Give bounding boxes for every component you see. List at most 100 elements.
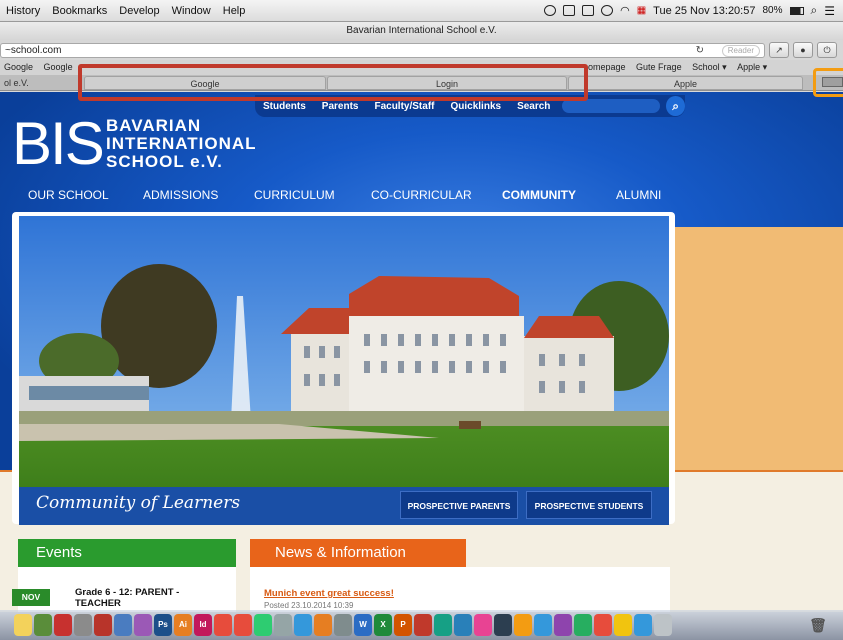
logo-line-1: BAVARIAN <box>106 116 202 135</box>
logo-mark[interactable]: BIS <box>12 114 105 174</box>
menu-help[interactable]: Help <box>217 5 252 17</box>
pen-icon[interactable] <box>294 614 312 636</box>
window-title: Bavarian International School e.V. <box>0 22 843 40</box>
powerpoint-icon[interactable]: P <box>394 614 412 636</box>
tools-icon[interactable] <box>274 614 292 636</box>
app-icon[interactable] <box>434 614 452 636</box>
extension-button[interactable]: ● <box>793 42 813 58</box>
nav-co-curricular[interactable]: CO-CURRICULAR <box>371 188 472 202</box>
app-icon[interactable] <box>534 614 552 636</box>
app-icon[interactable] <box>454 614 472 636</box>
event-title-line-1: Grade 6 - 12: PARENT - <box>75 587 180 598</box>
search-input[interactable] <box>562 99 661 113</box>
app-icon[interactable] <box>554 614 572 636</box>
app-icon[interactable] <box>634 614 652 636</box>
spotlight-icon[interactable]: ⌕ <box>811 3 818 18</box>
app-icon[interactable] <box>594 614 612 636</box>
search-label: Search <box>517 100 551 112</box>
nav-faculty-staff[interactable]: Faculty/Staff <box>366 101 442 112</box>
search-icon[interactable]: ⌕ <box>666 96 685 116</box>
illustrator-icon[interactable]: Ai <box>174 614 192 636</box>
reader-button[interactable]: Reader <box>721 44 760 57</box>
nav-curriculum[interactable]: CURRICULUM <box>254 188 335 202</box>
news-heading[interactable]: News & Information <box>250 539 466 567</box>
news-item-link[interactable]: Munich event great success! <box>264 588 394 599</box>
tab-current[interactable]: ol e.V. <box>4 75 29 91</box>
menu-window[interactable]: Window <box>166 5 217 17</box>
nav-students[interactable]: Students <box>255 101 314 112</box>
clipboard-icon[interactable] <box>563 5 576 16</box>
preview-icon[interactable] <box>114 614 132 636</box>
drive-app-icon[interactable] <box>614 614 632 636</box>
time-machine-icon[interactable] <box>601 5 614 16</box>
nav-community[interactable]: COMMUNITY <box>502 188 576 202</box>
dictionary-icon[interactable] <box>54 614 72 636</box>
app-icon[interactable] <box>494 614 512 636</box>
tab-overview-icon[interactable] <box>822 77 843 87</box>
bookmark-google-1[interactable]: Google <box>0 60 37 75</box>
bookmark-gute-frage[interactable]: Gute Frage <box>632 60 686 75</box>
events-heading[interactable]: Events <box>18 539 236 567</box>
photoshop-icon[interactable]: Ps <box>154 614 172 636</box>
share-button[interactable]: ↗ <box>769 42 789 58</box>
nav-alumni[interactable]: ALUMNI <box>616 188 661 202</box>
nav-admissions[interactable]: ADMISSIONS <box>143 188 218 202</box>
drive-icon[interactable] <box>544 5 557 16</box>
reload-icon[interactable]: ↻ <box>696 44 704 57</box>
tab-bar: ol e.V. Google Login Apple <box>0 75 843 91</box>
stickies-icon[interactable] <box>14 614 32 636</box>
logo-text[interactable]: BAVARIAN INTERNATIONAL SCHOOL e.V. <box>106 117 257 171</box>
battery-icon[interactable] <box>789 6 804 15</box>
menu-history[interactable]: History <box>0 5 46 17</box>
tab-apple[interactable]: Apple <box>568 76 803 90</box>
notification-center-icon[interactable]: ☰ <box>824 4 835 18</box>
vlc-icon[interactable] <box>514 614 532 636</box>
tab-google[interactable]: Google <box>84 76 326 90</box>
hero-image <box>19 216 669 506</box>
word-icon[interactable]: W <box>354 614 372 636</box>
url-field[interactable]: ~school.com ↻ Reader <box>0 42 765 58</box>
side-panel <box>675 227 843 473</box>
calculator-icon[interactable] <box>74 614 92 636</box>
trash-icon[interactable]: 🗑 <box>809 614 827 636</box>
bookmark-homepage[interactable]: omepage <box>584 60 630 75</box>
bookmark-google-2[interactable]: Google <box>40 60 77 75</box>
tab-label: Google <box>190 79 220 89</box>
menu-develop[interactable]: Develop <box>113 5 165 17</box>
utility-nav: Students Parents Faculty/Staff Quicklink… <box>255 95 685 117</box>
url-text: ~school.com <box>5 44 62 56</box>
nav-our-school[interactable]: OUR SCHOOL <box>28 188 109 202</box>
photobooth-icon[interactable] <box>94 614 112 636</box>
itunes-icon[interactable] <box>474 614 492 636</box>
indesign-icon[interactable]: Id <box>194 614 212 636</box>
tab-login[interactable]: Login <box>327 76 567 90</box>
nav-quicklinks[interactable]: Quicklinks <box>442 101 509 112</box>
battery-percent[interactable]: 80% <box>762 5 782 16</box>
app-icon[interactable] <box>414 614 432 636</box>
app-icon[interactable] <box>654 614 672 636</box>
bookmarks-right: omepage Gute Frage School ▾ Apple ▾ <box>584 60 771 75</box>
app-icon[interactable] <box>334 614 352 636</box>
acrobat-icon[interactable] <box>214 614 232 636</box>
clock[interactable]: Tue 25 Nov 13:20:57 <box>653 5 755 17</box>
prospective-students-button[interactable]: PROSPECTIVE STUDENTS <box>526 491 652 519</box>
finder-folder-icon[interactable] <box>314 614 332 636</box>
wifi-icon[interactable]: ◠ <box>620 4 630 17</box>
browser-icon[interactable] <box>254 614 272 636</box>
menu-bookmarks[interactable]: Bookmarks <box>46 5 113 17</box>
event-item[interactable]: Grade 6 - 12: PARENT - TEACHER <box>75 587 179 609</box>
app-icon[interactable] <box>574 614 592 636</box>
flash-icon[interactable] <box>234 614 252 636</box>
screen: { "menubar": { "items": ["History","Book… <box>0 0 843 640</box>
flag-icon[interactable]: ▦ <box>637 5 646 16</box>
display-icon[interactable] <box>582 5 595 16</box>
power-icon: ⏻ <box>823 45 831 55</box>
finder-icon[interactable] <box>134 614 152 636</box>
nav-parents[interactable]: Parents <box>314 101 367 112</box>
bookmark-school-folder[interactable]: School ▾ <box>688 60 731 75</box>
downloads-button[interactable]: ⏻ <box>817 42 837 58</box>
prospective-parents-button[interactable]: PROSPECTIVE PARENTS <box>400 491 518 519</box>
bookmark-apple-folder[interactable]: Apple ▾ <box>733 60 771 75</box>
numbers-icon[interactable] <box>34 614 52 636</box>
excel-icon[interactable]: X <box>374 614 392 636</box>
